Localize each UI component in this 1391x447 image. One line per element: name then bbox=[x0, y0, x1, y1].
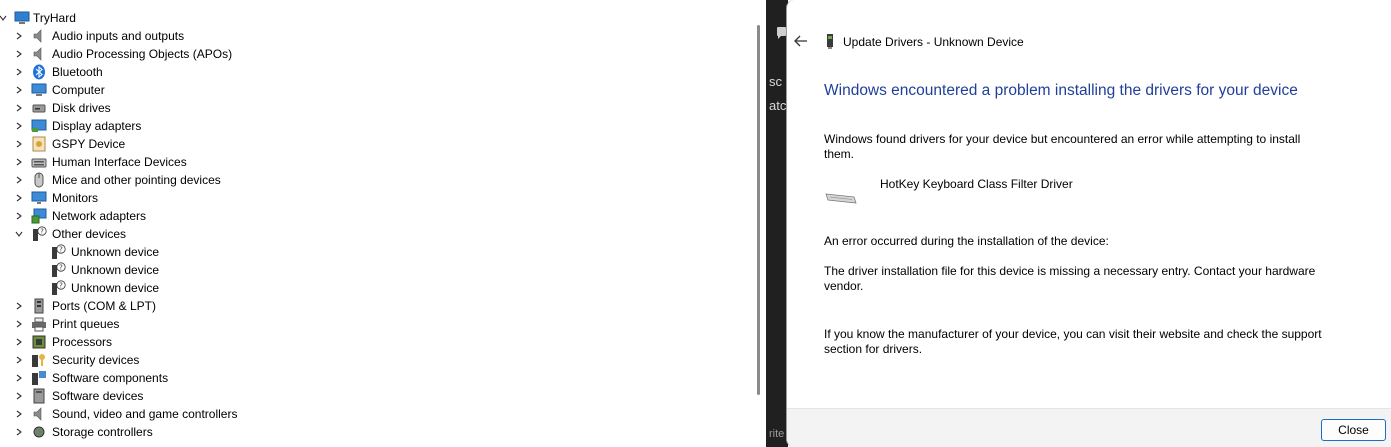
chevron-right-icon[interactable] bbox=[15, 68, 23, 76]
tree-category-label: Audio Processing Objects (APOs) bbox=[52, 47, 233, 61]
device-tree: TryHard Audio inputs and outputs Audio Pr… bbox=[0, 0, 766, 447]
tree-category-label: Print queues bbox=[52, 317, 120, 331]
tree-device-label: Unknown device bbox=[71, 245, 160, 259]
software-component-icon bbox=[31, 370, 47, 386]
chevron-right-icon[interactable] bbox=[15, 428, 23, 436]
tree-root-label: TryHard bbox=[33, 11, 76, 25]
tree-category-label: Storage controllers bbox=[52, 425, 153, 439]
tree-category-label: Security devices bbox=[52, 353, 140, 367]
chat-bubble-icon bbox=[777, 27, 786, 39]
chevron-right-icon[interactable] bbox=[15, 104, 23, 112]
chevron-right-icon[interactable] bbox=[15, 176, 23, 184]
disk-drive-icon bbox=[31, 100, 47, 116]
bluetooth-icon bbox=[31, 64, 47, 80]
scrollbar-thumb[interactable] bbox=[757, 25, 760, 395]
printer-icon bbox=[31, 316, 47, 332]
svg-text:?: ? bbox=[59, 264, 63, 272]
tree-category-label: Processors bbox=[52, 335, 113, 349]
display-adapter-icon bbox=[31, 118, 47, 134]
unknown-device-icon: ? bbox=[50, 280, 66, 296]
dialog-heading: Windows encountered a problem installing… bbox=[824, 82, 1298, 99]
keyboard-icon bbox=[824, 190, 858, 204]
device-icon bbox=[825, 34, 835, 49]
background-text-fragment: sc bbox=[769, 74, 782, 89]
tree-device-label: Unknown device bbox=[71, 263, 160, 277]
unknown-device-icon: ? bbox=[50, 262, 66, 278]
hid-icon bbox=[31, 154, 47, 170]
gspy-device-icon bbox=[31, 136, 47, 152]
chevron-right-icon[interactable] bbox=[15, 302, 23, 310]
sound-icon bbox=[31, 406, 47, 422]
dialog-footer: Close bbox=[787, 408, 1391, 447]
tree-category-label: Disk drives bbox=[52, 101, 111, 115]
monitor-icon bbox=[31, 190, 47, 206]
chevron-down-icon[interactable] bbox=[15, 230, 23, 238]
speaker-icon bbox=[31, 28, 47, 44]
chevron-right-icon[interactable] bbox=[15, 374, 23, 382]
computer-icon bbox=[31, 82, 47, 98]
tree-category-label: GSPY Device bbox=[52, 137, 126, 151]
chevron-right-icon[interactable] bbox=[15, 410, 23, 418]
speaker-icon bbox=[31, 46, 47, 62]
chevron-down-icon[interactable] bbox=[0, 14, 7, 22]
svg-text:?: ? bbox=[59, 246, 63, 254]
tree-category-label: Mice and other pointing devices bbox=[52, 173, 221, 187]
chevron-right-icon[interactable] bbox=[15, 140, 23, 148]
background-window-strip: sc atc rite bbox=[766, 0, 788, 447]
chevron-right-icon[interactable] bbox=[15, 32, 23, 40]
background-text-fragment: atc bbox=[769, 98, 787, 113]
error-detail-text: The driver installation file for this de… bbox=[824, 264, 1316, 293]
svg-text:?: ? bbox=[40, 228, 44, 236]
software-device-icon bbox=[31, 388, 47, 404]
computer-root-icon bbox=[14, 10, 30, 26]
chevron-right-icon[interactable] bbox=[15, 122, 23, 130]
manufacturer-advice-text: If you know the manufacturer of your dev… bbox=[824, 327, 1322, 356]
found-drivers-text: Windows found drivers for your device bu… bbox=[824, 132, 1301, 161]
background-text-fragment: rite bbox=[769, 428, 785, 440]
tree-category-label: Monitors bbox=[52, 191, 99, 205]
driver-name: HotKey Keyboard Class Filter Driver bbox=[880, 177, 1073, 191]
chevron-right-icon[interactable] bbox=[15, 50, 23, 58]
unknown-device-icon: ? bbox=[31, 226, 47, 242]
storage-controller-icon bbox=[31, 424, 47, 440]
chevron-right-icon[interactable] bbox=[15, 320, 23, 328]
tree-category-label: Bluetooth bbox=[52, 65, 103, 79]
tree-category-label: Display adapters bbox=[52, 119, 142, 133]
tree-category-label: Software devices bbox=[52, 389, 144, 403]
update-drivers-dialog: Update Drivers - Unknown Device Windows … bbox=[786, 0, 1391, 447]
chevron-right-icon[interactable] bbox=[15, 392, 23, 400]
tree-category-label: Ports (COM & LPT) bbox=[52, 299, 157, 313]
processor-icon bbox=[31, 334, 47, 350]
chevron-right-icon[interactable] bbox=[15, 338, 23, 346]
tree-category-label: Software components bbox=[52, 371, 169, 385]
port-icon bbox=[31, 298, 47, 314]
unknown-device-icon: ? bbox=[50, 244, 66, 260]
tree-device-label: Unknown device bbox=[71, 281, 160, 295]
network-adapter-icon bbox=[31, 208, 47, 224]
tree-category-label: Computer bbox=[52, 83, 105, 97]
chevron-right-icon[interactable] bbox=[15, 158, 23, 166]
tree-category-label: Network adapters bbox=[52, 209, 147, 223]
mouse-icon bbox=[31, 172, 47, 188]
security-device-icon bbox=[31, 352, 47, 368]
tree-category-label: Human Interface Devices bbox=[52, 155, 187, 169]
chevron-right-icon[interactable] bbox=[15, 86, 23, 94]
chevron-right-icon[interactable] bbox=[15, 194, 23, 202]
svg-text:?: ? bbox=[59, 282, 63, 290]
error-intro-text: An error occurred during the installatio… bbox=[824, 234, 1109, 248]
tree-category-label: Sound, video and game controllers bbox=[52, 407, 238, 421]
chevron-right-icon[interactable] bbox=[15, 356, 23, 364]
chevron-right-icon[interactable] bbox=[15, 212, 23, 220]
tree-category-label: Audio inputs and outputs bbox=[52, 29, 185, 43]
close-button[interactable]: Close bbox=[1321, 419, 1386, 441]
vertical-scrollbar[interactable] bbox=[752, 0, 766, 447]
tree-category-label: Other devices bbox=[52, 227, 127, 241]
back-arrow-icon[interactable] bbox=[793, 33, 809, 49]
dialog-title: Update Drivers - Unknown Device bbox=[843, 35, 1024, 49]
